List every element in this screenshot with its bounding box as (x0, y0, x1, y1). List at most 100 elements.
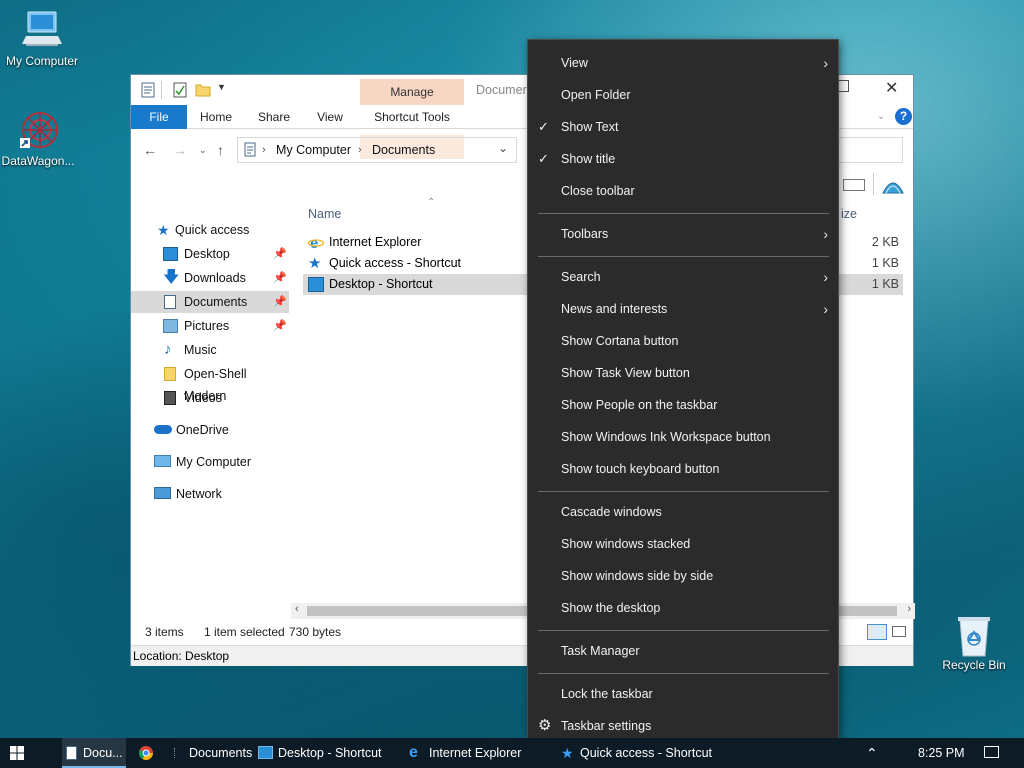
menu-item-open-folder[interactable]: Open Folder (528, 80, 838, 110)
menu-item-label: Show People on the taskbar (561, 398, 718, 412)
toolbar-item-label: Quick access - Shortcut (580, 746, 712, 760)
breadcrumb-my-computer[interactable]: My Computer (276, 143, 351, 157)
address-bar[interactable]: › My Computer › Documents ⌄ (237, 137, 517, 163)
nav-label: Music (184, 343, 217, 357)
menu-item-toolbars[interactable]: Toolbars › (528, 219, 838, 249)
nav-my-computer[interactable]: My Computer (131, 451, 289, 473)
scroll-right-icon[interactable]: › (907, 603, 911, 615)
menu-item-show-the-desktop[interactable]: Show the desktop (528, 593, 838, 623)
nav-item-downloads[interactable]: 🡇 Downloads 📌 (131, 267, 289, 289)
tab-shortcut-tools[interactable]: Shortcut Tools (360, 105, 464, 129)
breadcrumb-chevron-icon[interactable]: › (262, 144, 266, 156)
menu-item-show-text[interactable]: ✓ Show Text (528, 112, 838, 142)
menu-item-show-cortana-button[interactable]: Show Cortana button (528, 326, 838, 356)
desktop-icon-datawagon[interactable]: DataWagon... (0, 110, 80, 168)
desktop-icon-recycle-bin[interactable]: Recycle Bin (932, 614, 1016, 672)
svg-text:e: e (310, 235, 318, 250)
menu-separator (538, 491, 829, 492)
show-hidden-icons-chevron-icon[interactable]: ⌃ (866, 738, 878, 768)
nav-quick-access[interactable]: ★ Quick access (131, 219, 289, 241)
nav-label: Desktop (184, 247, 230, 261)
menu-item-show-windows-side-by-side[interactable]: Show windows side by side (528, 561, 838, 591)
close-icon[interactable]: ✕ (885, 78, 898, 98)
pin-icon[interactable]: 📌 (273, 267, 287, 289)
taskbar-clock[interactable]: 8:25 PM (918, 738, 965, 768)
menu-item-search[interactable]: Search › (528, 262, 838, 292)
videos-icon (164, 391, 176, 405)
nav-label: Documents (184, 295, 248, 309)
scroll-left-icon[interactable]: ‹ (295, 603, 299, 615)
sort-ascending-chevron-icon: ⌃ (427, 197, 436, 208)
file-name: Desktop - Shortcut (329, 277, 433, 291)
properties-icon[interactable] (173, 82, 187, 98)
start-button[interactable] (0, 738, 34, 768)
toolbar-grip[interactable] (174, 748, 176, 758)
action-center-icon[interactable] (984, 738, 1000, 768)
toolbar-item-desktop-shortcut[interactable]: Desktop - Shortcut (258, 738, 382, 768)
pin-icon[interactable]: 📌 (273, 243, 287, 265)
toolbar-item-quick-access-shortcut[interactable]: ★ Quick access - Shortcut (561, 738, 712, 768)
menu-item-show-windows-ink-workspace-button[interactable]: Show Windows Ink Workspace button (528, 422, 838, 452)
menu-separator (538, 213, 829, 214)
menu-item-close-toolbar[interactable]: Close toolbar (528, 176, 838, 206)
menu-item-news-and-interests[interactable]: News and interests › (528, 294, 838, 324)
menu-item-view[interactable]: View › (528, 48, 838, 78)
menu-separator (538, 256, 829, 257)
breadcrumb-chevron-icon[interactable]: › (358, 144, 362, 156)
menu-separator (538, 630, 829, 631)
forward-arrow-icon[interactable]: → (173, 142, 187, 158)
ribbon-collapse-chevron-icon[interactable]: ⌄ (877, 111, 885, 122)
document-icon[interactable] (141, 82, 155, 98)
details-view-icon[interactable] (867, 624, 887, 640)
menu-item-label: Show the desktop (561, 601, 661, 615)
desktop-icon-label: DataWagon... (1, 154, 75, 168)
menu-item-show-title[interactable]: ✓ Show title (528, 144, 838, 174)
help-icon[interactable]: ? (895, 108, 912, 125)
tab-home[interactable]: Home (193, 105, 239, 129)
email-icon[interactable] (843, 179, 865, 191)
open-shell-icon[interactable] (881, 173, 905, 200)
menu-item-task-manager[interactable]: Task Manager (528, 636, 838, 666)
pin-icon[interactable]: 📌 (273, 291, 287, 313)
submenu-chevron-icon: › (823, 55, 828, 71)
nav-item-music[interactable]: ♪ Music (131, 339, 289, 361)
recent-locations-chevron-icon[interactable]: ⌄ (199, 145, 207, 156)
new-folder-icon[interactable] (195, 82, 211, 98)
taskbar-window-documents[interactable]: Docu... (62, 738, 126, 768)
large-icons-view-icon[interactable] (892, 626, 906, 637)
menu-item-show-windows-stacked[interactable]: Show windows stacked (528, 529, 838, 559)
tab-file[interactable]: File (131, 105, 187, 129)
nav-item-open-shell-modern[interactable]: Open-Shell Modern (131, 363, 289, 403)
menu-item-taskbar-settings[interactable]: ⚙ Taskbar settings (528, 711, 838, 741)
chrome-taskbar-button[interactable] (136, 738, 158, 768)
toolbar-item-internet-explorer[interactable]: e Internet Explorer (409, 738, 521, 768)
up-arrow-icon[interactable]: ↑ (217, 142, 224, 158)
menu-item-cascade-windows[interactable]: Cascade windows (528, 497, 838, 527)
tab-view[interactable]: View (307, 105, 353, 129)
pin-icon[interactable]: 📌 (273, 315, 287, 337)
column-header-name[interactable]: Name (308, 207, 341, 221)
nav-item-pictures[interactable]: Pictures 📌 (131, 315, 289, 337)
menu-item-show-touch-keyboard-button[interactable]: Show touch keyboard button (528, 454, 838, 484)
menu-item-label: Show Task View button (561, 366, 690, 380)
nav-onedrive[interactable]: OneDrive (131, 419, 289, 441)
breadcrumb-documents[interactable]: Documents (372, 143, 435, 157)
windows-logo-icon (10, 746, 24, 760)
nav-item-videos[interactable]: Videos (131, 387, 289, 409)
column-header-size[interactable]: ize (841, 207, 857, 221)
menu-item-lock-the-taskbar[interactable]: Lock the taskbar (528, 679, 838, 709)
back-arrow-icon[interactable]: ← (143, 142, 157, 158)
menu-item-show-task-view-button[interactable]: Show Task View button (528, 358, 838, 388)
menu-item-show-people-on-the-taskbar[interactable]: Show People on the taskbar (528, 390, 838, 420)
nav-item-desktop[interactable]: Desktop 📌 (131, 243, 289, 265)
submenu-chevron-icon: › (823, 301, 828, 317)
desktop-icon-my-computer[interactable]: My Computer (0, 10, 84, 68)
address-dropdown-chevron-icon[interactable]: ⌄ (498, 141, 508, 155)
menu-item-label: Open Folder (561, 88, 631, 102)
document-icon (66, 746, 77, 760)
tab-share[interactable]: Share (251, 105, 297, 129)
nav-network[interactable]: Network (131, 483, 289, 505)
customize-toolbar-chevron-icon[interactable]: ▼ (217, 82, 226, 92)
nav-item-documents[interactable]: Documents 📌 (131, 291, 289, 313)
taskbar-context-menu: View › Open Folder ✓ Show Text ✓ Show title Clo… (527, 39, 839, 741)
